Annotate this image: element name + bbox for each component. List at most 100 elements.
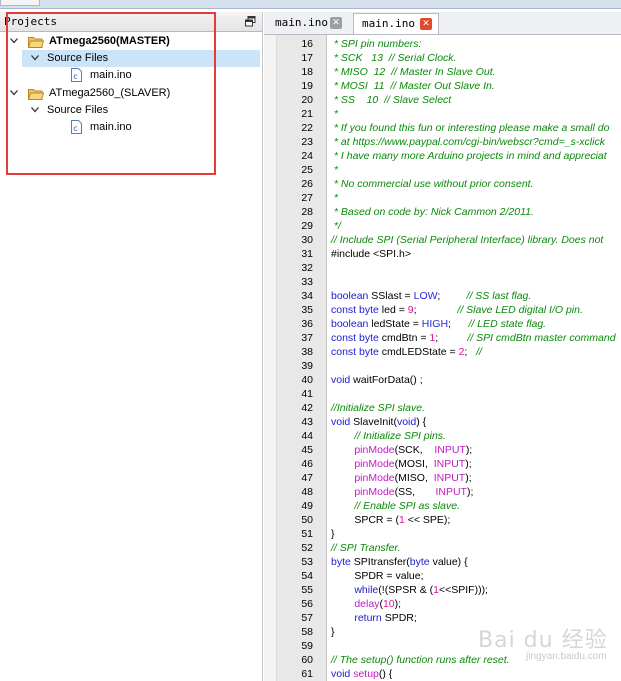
- close-icon[interactable]: ✕: [420, 18, 432, 30]
- line-number: 58: [301, 626, 313, 638]
- svg-text:c: c: [73, 72, 77, 81]
- tree-item-project-slaver[interactable]: ATmega2560_(SLAVER): [0, 85, 262, 102]
- code-token: // Include SPI (Serial Peripheral Interf…: [331, 234, 604, 246]
- code-line[interactable]: 31 #include <SPI.h>: [264, 247, 621, 261]
- line-number: 34: [301, 290, 313, 302]
- code-text: while(!(SPSR & (1<<SPIF)));: [331, 583, 488, 597]
- code-line[interactable]: 52 // SPI Transfer.: [264, 541, 621, 555]
- code-line[interactable]: 49 // Enable SPI as slave.: [264, 499, 621, 513]
- code-line[interactable]: 44 // Initialize SPI pins.: [264, 429, 621, 443]
- chevron-down-icon[interactable]: [10, 90, 18, 96]
- code-line[interactable]: 33: [264, 275, 621, 289]
- code-line[interactable]: 43 void SlaveInit(void) {: [264, 415, 621, 429]
- code-line[interactable]: 22 * If you found this fun or interestin…: [264, 121, 621, 135]
- code-line[interactable]: 55 while(!(SPSR & (1<<SPIF)));: [264, 583, 621, 597]
- code-token: SSlast =: [368, 290, 414, 302]
- code-line[interactable]: 45 pinMode(SCK, INPUT);: [264, 443, 621, 457]
- code-text: }: [331, 527, 335, 541]
- line-number: 28: [301, 206, 313, 218]
- tree-item-source-files[interactable]: Source Files: [0, 102, 262, 119]
- code-token: */: [331, 220, 341, 232]
- code-text: * at https://www.paypal.com/cgi-bin/webs…: [331, 135, 605, 149]
- code-token: byte: [359, 332, 379, 344]
- code-token: HIGH: [421, 318, 449, 330]
- code-line[interactable]: 21 *: [264, 107, 621, 121]
- projects-panel-header: Projects: [0, 12, 262, 32]
- code-line[interactable]: 39: [264, 359, 621, 373]
- line-number: 59: [301, 640, 313, 652]
- code-line[interactable]: 53 byte SPItransfer(byte value) {: [264, 555, 621, 569]
- code-line[interactable]: 38 const byte cmdLEDState = 2; //: [264, 345, 621, 359]
- code-token: (SCK,: [394, 444, 435, 456]
- chevron-down-icon[interactable]: [10, 38, 18, 44]
- code-text: * No commercial use without prior consen…: [331, 177, 534, 191]
- chevron-down-icon[interactable]: [31, 107, 39, 113]
- code-line[interactable]: 41: [264, 387, 621, 401]
- line-number: 43: [301, 416, 313, 428]
- code-line[interactable]: 18 * MISO 12 // Master In Slave Out.: [264, 65, 621, 79]
- code-line[interactable]: 35 const byte led = 9; // Slave LED digit…: [264, 303, 621, 317]
- tree-item-source-files[interactable]: Source Files: [0, 50, 262, 67]
- code-line[interactable]: 17 * SCK 13 // Serial Clock.: [264, 51, 621, 65]
- code-token: ) {: [416, 416, 427, 428]
- restore-window-icon[interactable]: [245, 16, 256, 27]
- code-line[interactable]: 51}: [264, 527, 621, 541]
- code-line[interactable]: 42 //Initialize SPI slave.: [264, 401, 621, 415]
- code-line[interactable]: 25 *: [264, 163, 621, 177]
- code-line[interactable]: 48 pinMode(SS, INPUT);: [264, 485, 621, 499]
- code-line[interactable]: 30 // Include SPI (Serial Peripheral Inte…: [264, 233, 621, 247]
- line-number: 40: [301, 374, 313, 386]
- code-line[interactable]: 34 boolean SSlast = LOW; // SS last flag.: [264, 289, 621, 303]
- tab-main-ino-1[interactable]: main.ino ✕: [267, 13, 349, 33]
- line-number: 20: [301, 94, 313, 106]
- code-line[interactable]: 16 * SPI pin numbers:: [264, 37, 621, 51]
- code-token: INPUT: [433, 458, 466, 470]
- code-token: * No commercial use without prior consen…: [331, 178, 534, 190]
- code-line[interactable]: 29 */: [264, 219, 621, 233]
- tree-item-file[interactable]: c main.ino: [0, 119, 262, 136]
- code-token: cmdLEDState =: [378, 346, 459, 358]
- folder-open-icon: [28, 37, 44, 48]
- code-token: * MISO 12 // Master In Slave Out.: [331, 66, 496, 78]
- code-line[interactable]: 19 * MOSI 11 // Master Out Slave In.: [264, 79, 621, 93]
- code-line[interactable]: 56 delay(10);: [264, 597, 621, 611]
- code-line[interactable]: 27 *: [264, 191, 621, 205]
- code-line[interactable]: 36 boolean ledState = HIGH; // LED state …: [264, 317, 621, 331]
- line-number: 60: [301, 654, 313, 666]
- code-line[interactable]: 50 SPCR = (1 << SPE);: [264, 513, 621, 527]
- project-name: ATmega2560(MASTER): [49, 35, 170, 47]
- code-token: );: [466, 486, 474, 498]
- tree-item-project-master[interactable]: ATmega2560(MASTER): [0, 33, 262, 50]
- code-line[interactable]: 40 void waitForData() ;: [264, 373, 621, 387]
- tree-item-file[interactable]: c main.ino: [0, 67, 262, 84]
- tab-label: main.ino: [362, 17, 415, 30]
- line-number: 50: [301, 514, 313, 526]
- code-token: * If you found this fun or interesting p…: [331, 122, 610, 134]
- code-token: byte: [331, 556, 351, 568]
- tab-main-ino-2-active[interactable]: main.ino ✕: [353, 13, 439, 34]
- code-token: LOW: [413, 290, 438, 302]
- code-token: // SPI Transfer.: [331, 542, 401, 554]
- code-text: * Based on code by: Nick Cammon 2/2011.: [331, 205, 534, 219]
- code-line[interactable]: 20 * SS 10 // Slave Select: [264, 93, 621, 107]
- line-number: 47: [301, 472, 313, 484]
- code-text: pinMode(MISO, INPUT);: [331, 471, 471, 485]
- close-icon[interactable]: ✕: [330, 17, 342, 29]
- code-line[interactable]: 24 * I have many more Arduino projects i…: [264, 149, 621, 163]
- code-line[interactable]: 54 SPDR = value;: [264, 569, 621, 583]
- code-line[interactable]: 47 pinMode(MISO, INPUT);: [264, 471, 621, 485]
- line-number: 52: [301, 542, 313, 554]
- code-text: void SlaveInit(void) {: [331, 415, 426, 429]
- code-line[interactable]: 61 void setup() {: [264, 667, 621, 681]
- code-line[interactable]: 26 * No commercial use without prior con…: [264, 177, 621, 191]
- code-token: #include <SPI.h>: [331, 248, 411, 260]
- code-line[interactable]: 28 * Based on code by: Nick Cammon 2/201…: [264, 205, 621, 219]
- chevron-down-icon[interactable]: [31, 55, 39, 61]
- code-line[interactable]: 46 pinMode(MOSI, INPUT);: [264, 457, 621, 471]
- code-line[interactable]: 32: [264, 261, 621, 275]
- code-line[interactable]: 23 * at https://www.paypal.com/cgi-bin/w…: [264, 135, 621, 149]
- line-number: 46: [301, 458, 313, 470]
- code-line[interactable]: 37 const byte cmdBtn = 1; // SPI cmdBtn m…: [264, 331, 621, 345]
